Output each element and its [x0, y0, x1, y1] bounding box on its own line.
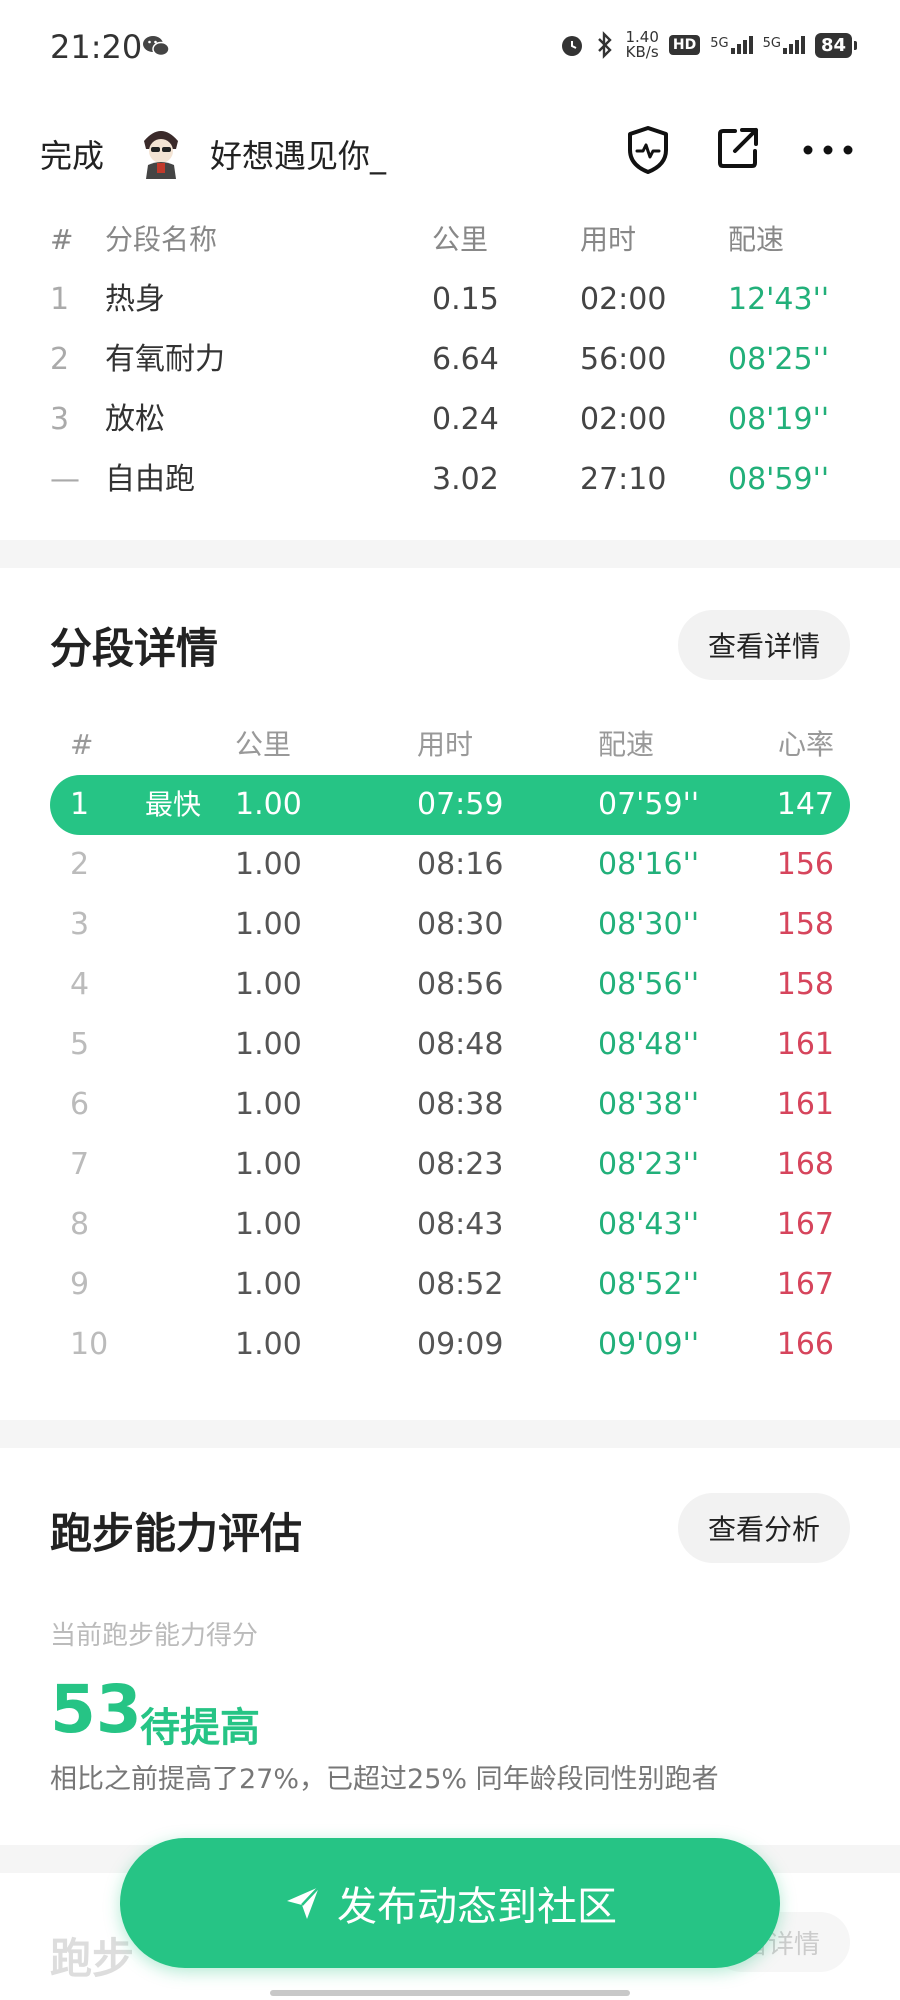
publish-to-community-button[interactable]: 发布动态到社区	[120, 1838, 780, 1968]
segment-table: # 分段名称 公里 用时 配速 1 热身 0.15 02:00 12'43'' …	[0, 210, 900, 510]
publish-label: 发布动态到社区	[337, 1884, 617, 1930]
next-section-title: 跑步	[50, 1934, 135, 1983]
segment-table-header: # 分段名称 公里 用时 配速	[50, 223, 785, 256]
segment-row: 2 有氧耐力 6.64 56:00 08'25''	[50, 342, 830, 377]
split-row[interactable]: 5 1.00 08:48 08'48'' 161	[50, 1015, 850, 1075]
done-button[interactable]: 完成	[40, 131, 104, 177]
ability-level: 待提高	[140, 1705, 260, 1751]
top-bar: 完成 好想遇见你_	[0, 115, 900, 187]
ability-subtitle: 当前跑步能力得分	[50, 1621, 259, 1651]
ability-title: 跑步能力评估	[50, 1509, 303, 1558]
split-row[interactable]: 10 1.00 09:09 09'09'' 166	[50, 1315, 850, 1375]
split-table-header: # 公里 用时 配速 心率	[70, 728, 834, 761]
send-icon	[287, 1886, 320, 1919]
hd-icon: HD	[668, 35, 701, 55]
status-bar: 21:20 1.40 KB/s HD 5G 5G 84	[0, 0, 900, 100]
split-row[interactable]: 3 1.00 08:30 08'30'' 158	[50, 895, 850, 955]
split-row[interactable]: 8 1.00 08:43 08'43'' 167	[50, 1195, 850, 1255]
split-details-table: # 公里 用时 配速 心率 1 最快 1.00 07:59 07'59'' 14…	[50, 715, 850, 1375]
view-details-button[interactable]: 查看详情	[677, 610, 850, 680]
wechat-icon	[143, 36, 170, 57]
workout-detail-page: 21:20 1.40 KB/s HD 5G 5G 84 完成 好想遇见你_ # …	[0, 0, 900, 2000]
section-divider	[0, 540, 900, 568]
bluetooth-icon	[598, 31, 613, 59]
segment-row: — 自由跑 3.02 27:10 08'59''	[50, 462, 830, 497]
split-row[interactable]: 6 1.00 08:38 08'38'' 161	[50, 1075, 850, 1135]
signal-icon: 5G	[710, 36, 753, 54]
alarm-icon	[562, 36, 583, 56]
segment-row: 1 热身 0.15 02:00 12'43''	[50, 282, 830, 317]
section-divider	[0, 1420, 900, 1448]
signal-icon-2: 5G	[763, 36, 805, 54]
ability-description: 相比之前提高了27%，已超过25% 同年龄段同性别跑者	[50, 1764, 719, 1795]
battery-icon: 84	[814, 32, 858, 58]
split-row[interactable]: 4 1.00 08:56 08'56'' 158	[50, 955, 850, 1015]
shield-icon[interactable]	[625, 125, 671, 175]
split-row[interactable]: 2 1.00 08:16 08'16'' 156	[50, 835, 850, 895]
status-icons: 1.40 KB/s HD 5G 5G 84	[559, 28, 858, 61]
split-row[interactable]: 9 1.00 08:52 08'52'' 167	[50, 1255, 850, 1315]
home-indicator[interactable]	[270, 1990, 630, 1996]
split-row[interactable]: 7 1.00 08:23 08'23'' 168	[50, 1135, 850, 1195]
share-icon[interactable]	[715, 125, 761, 171]
fastest-badge: 最快	[145, 788, 202, 821]
more-icon[interactable]	[800, 135, 856, 165]
network-speed: 1.40 KB/s	[625, 28, 659, 61]
details-title: 分段详情	[50, 624, 219, 673]
ability-score: 53	[50, 1671, 142, 1748]
view-analysis-button[interactable]: 查看分析	[677, 1493, 850, 1563]
segment-row: 3 放松 0.24 02:00 08'19''	[50, 402, 830, 437]
status-time: 21:20	[50, 28, 143, 66]
split-row-fastest[interactable]: 1 最快 1.00 07:59 07'59'' 147	[50, 775, 850, 835]
username: 好想遇见你_	[210, 137, 387, 175]
avatar[interactable]	[130, 119, 192, 181]
